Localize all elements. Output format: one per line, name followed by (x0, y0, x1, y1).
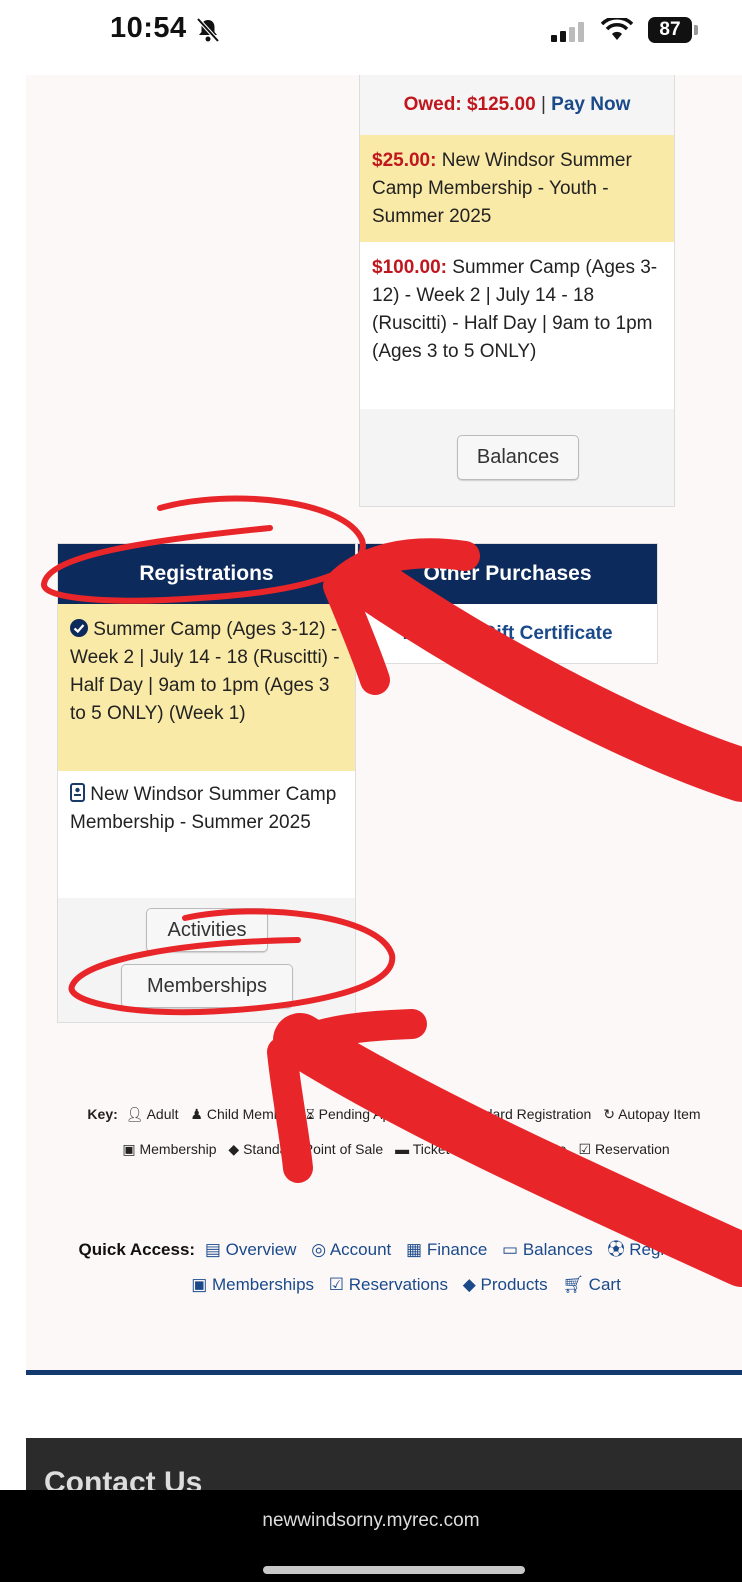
balance-item: $25.00: New Windsor Summer Camp Membersh… (360, 135, 674, 242)
key-item: ◆ Standard Point of Sale (228, 1141, 384, 1157)
quick-link-memberships[interactable]: ▣ Memberships (191, 1275, 314, 1294)
key-item: ⏳︎ Pending Approval (305, 1106, 429, 1122)
quick-link-registrations[interactable]: ⚽︎ Registrations (608, 1240, 729, 1259)
user-circle-icon: ◎ (311, 1240, 327, 1259)
quick-link-cart[interactable]: 🛒︎ Cart (562, 1275, 620, 1294)
contact-us-heading: Contact Us (44, 1466, 203, 1490)
quick-link-balances[interactable]: ▭ Balances (502, 1240, 593, 1259)
footer-blue-band (26, 1370, 742, 1375)
balance-amount: $100.00: (372, 257, 448, 278)
quick-access-label: Quick Access: (78, 1240, 196, 1259)
gift-icon: ❖ (461, 1141, 474, 1157)
cellular-signal-icon (551, 22, 587, 42)
pay-now-link[interactable]: Pay Now (551, 94, 630, 115)
owed-row: Owed: $125.00 | Pay Now (360, 75, 674, 135)
registration-item: Summer Camp (Ages 3-12) - Week 2 | July … (58, 604, 355, 771)
battery-nub (694, 25, 698, 35)
money-icon: ▦ (406, 1240, 423, 1259)
cart-icon: 🛒︎ (562, 1275, 584, 1294)
balance-item: $100.00: Summer Camp (Ages 3-12) - Week … (360, 242, 674, 380)
quick-link-overview[interactable]: ▤ Overview (205, 1240, 297, 1259)
clock-time: 10:54 (110, 12, 187, 44)
soccer-ball-icon: ⚽︎ (607, 1240, 625, 1259)
quick-access-nav: Quick Access: ▤ Overview ◎ Account ▦ Fin… (46, 1232, 742, 1302)
check-circle-icon: ✔ (440, 1106, 453, 1122)
activities-button[interactable]: Activities (146, 908, 268, 952)
other-purchases-panel: Other Purchases Redeem Gift Certificate (357, 543, 658, 664)
redeem-gift-certificate-link[interactable]: Redeem Gift Certificate (358, 604, 657, 664)
key-item: ❖ Gift Certificate (461, 1141, 567, 1157)
ticket-icon: ▬ (395, 1141, 410, 1157)
key-item: ♟ Child Member (190, 1106, 294, 1122)
tags-icon: ◆ (462, 1275, 476, 1294)
registrations-panel: Registrations Summer Camp (Ages 3-12) - … (57, 543, 356, 1023)
battery-icon: 87 (648, 17, 692, 43)
membership-card-icon: ▣ (122, 1141, 136, 1157)
calendar-check-icon: ☑ (328, 1275, 345, 1294)
membership-card-icon: ▣ (191, 1275, 208, 1294)
key-item: ✔ Standard Registration (440, 1106, 592, 1122)
status-bar: 10:54 87 (0, 0, 742, 75)
icon-key-legend: Key: 👤︎ Adult ♟ Child Member ⏳︎ Pending … (56, 1097, 736, 1167)
calendar-check-icon: ☑ (578, 1141, 592, 1157)
quick-link-reservations[interactable]: ☑ Reservations (329, 1275, 448, 1294)
balances-panel: Owed: $125.00 | Pay Now $25.00: New Wind… (359, 75, 675, 507)
check-circle-icon (70, 619, 88, 640)
key-item: ▣ Membership (122, 1141, 217, 1157)
child-icon: ♟ (190, 1106, 203, 1122)
balances-footer: Balances (360, 409, 674, 506)
quick-link-products[interactable]: ◆ Products (463, 1275, 548, 1294)
site-footer: Contact Us (26, 1438, 742, 1490)
balances-button[interactable]: Balances (457, 435, 579, 480)
account-page: Owed: $125.00 | Pay Now $25.00: New Wind… (26, 75, 742, 1375)
bell-muted-icon (196, 17, 220, 43)
autopay-icon: ↻ (603, 1106, 615, 1122)
wifi-icon (601, 18, 633, 42)
balance-amount: $25.00: (372, 150, 437, 171)
url-text[interactable]: newwindsorny.myrec.com (0, 1510, 742, 1532)
other-purchases-header[interactable]: Other Purchases (358, 544, 657, 604)
id-card-icon: ▤ (204, 1240, 221, 1259)
tag-icon: ◆ (228, 1141, 240, 1157)
owed-amount: Owed: $125.00 (403, 94, 536, 115)
memberships-button[interactable]: Memberships (121, 964, 293, 1008)
key-label: Key: (87, 1106, 118, 1122)
key-item: ▬ Ticket (395, 1141, 450, 1157)
hourglass-icon: ⏳︎ (305, 1106, 315, 1122)
owed-separator: | (540, 94, 546, 115)
membership-card-icon (70, 783, 85, 805)
key-item: ☑ Reservation (578, 1141, 670, 1157)
key-item: 👤︎ Adult (125, 1106, 179, 1122)
registration-item: New Windsor Summer Camp Membership - Sum… (58, 771, 355, 881)
registrations-footer: Activities Memberships (58, 898, 355, 1022)
credit-card-icon: ▭ (502, 1240, 519, 1259)
adult-icon: 👤︎ (125, 1106, 144, 1122)
registration-name: Summer Camp (Ages 3-12) - Week 2 | July … (70, 619, 340, 724)
home-indicator[interactable] (263, 1566, 525, 1574)
quick-link-finance[interactable]: ▦ Finance (406, 1240, 487, 1259)
registrations-header[interactable]: Registrations (58, 544, 355, 604)
quick-link-account[interactable]: ◎ Account (311, 1240, 391, 1259)
key-item: ↻ Autopay Item (603, 1106, 701, 1122)
registration-name: New Windsor Summer Camp Membership - Sum… (70, 784, 337, 833)
